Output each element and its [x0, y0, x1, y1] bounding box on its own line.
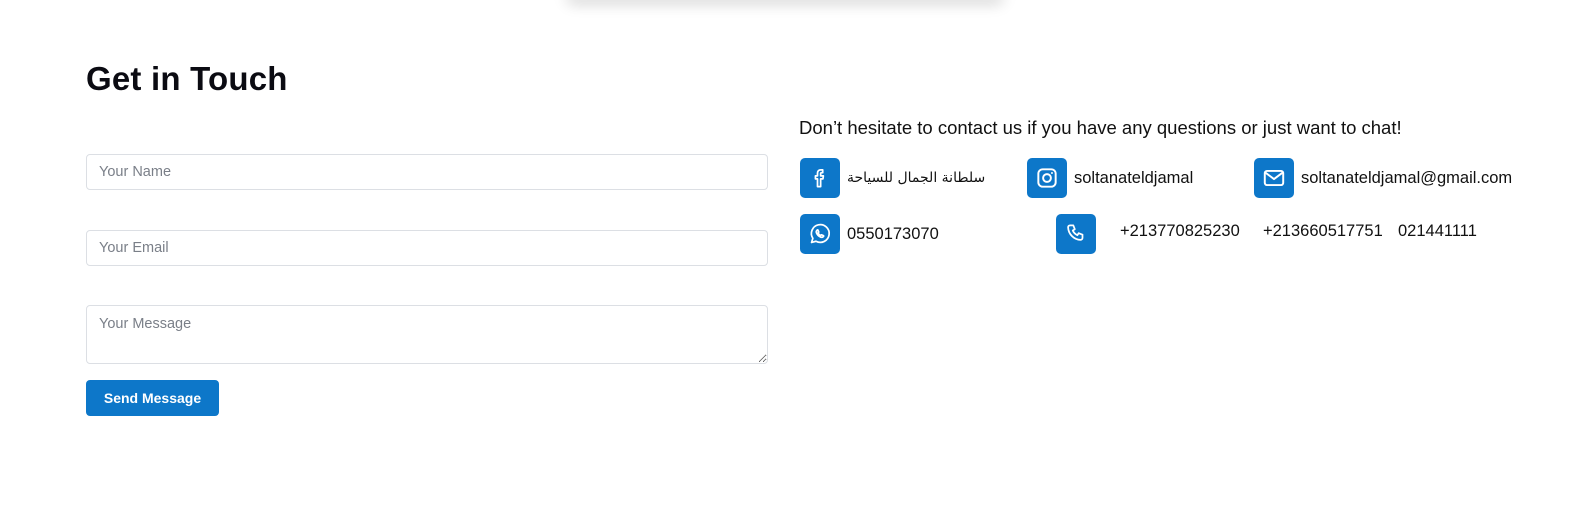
phone-number-3[interactable]: 021441111	[1398, 222, 1477, 241]
mail-icon	[1254, 158, 1294, 198]
whatsapp-label: 0550173070	[847, 224, 939, 243]
email-label: soltanateldjamal@gmail.com	[1301, 168, 1513, 187]
whatsapp-contact-link[interactable]: 0550173070	[800, 214, 939, 254]
email-contact-link[interactable]: soltanateldjamal@gmail.com	[1254, 158, 1512, 198]
facebook-icon	[800, 158, 840, 198]
phone-icon	[1056, 214, 1096, 254]
name-input[interactable]	[86, 154, 768, 190]
instagram-contact-link[interactable]: soltanateldjamal	[1027, 158, 1193, 198]
page-title: Get in Touch	[86, 60, 288, 97]
phone-number-2[interactable]: +213660517751	[1263, 222, 1383, 241]
message-textarea[interactable]	[86, 305, 768, 364]
facebook-contact-link[interactable]: سلطانة الجمال للسياحة	[800, 158, 985, 198]
email-input[interactable]	[86, 230, 768, 266]
instagram-icon	[1027, 158, 1067, 198]
send-message-button[interactable]: Send Message	[86, 380, 219, 416]
facebook-label: سلطانة الجمال للسياحة	[847, 170, 986, 186]
phone-contact-link[interactable]	[1056, 214, 1096, 254]
phone-number-1[interactable]: +213770825230	[1120, 222, 1240, 241]
contact-intro-text: Don’t hesitate to contact us if you have…	[799, 117, 1402, 138]
instagram-label: soltanateldjamal	[1074, 168, 1194, 187]
contact-section: Get in Touch Send Message Don’t hesitate…	[0, 0, 1582, 515]
whatsapp-icon	[800, 214, 840, 254]
